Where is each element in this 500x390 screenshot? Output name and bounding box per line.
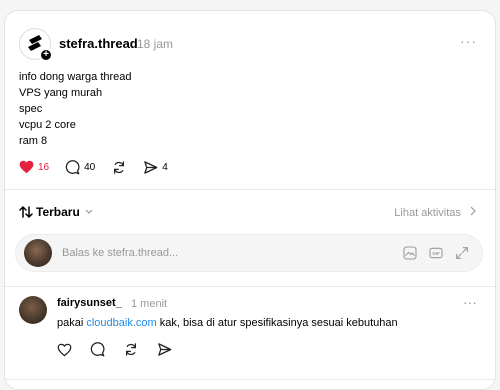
chevron-right-icon [470, 206, 476, 216]
follow-badge-icon[interactable]: + [39, 48, 53, 62]
divider [5, 286, 495, 287]
comment-item: fairysunset_ 1 menit ··· pakai cloudbaik… [5, 290, 495, 380]
comment-bubble-icon [65, 159, 80, 174]
sort-arrows-icon [19, 206, 33, 218]
thread-card: + stefra.thread 18 jam ··· info dong war… [4, 10, 496, 390]
comment-bubble-icon[interactable] [90, 342, 105, 357]
avatar[interactable]: + [19, 28, 53, 62]
post-time: 18 jam [137, 37, 174, 51]
post-username[interactable]: stefra.thread [59, 36, 138, 51]
comment-text-after: kak, bisa di atur spesifikasinya sesuai … [156, 317, 398, 329]
current-user-avatar [24, 239, 52, 267]
send-icon [144, 160, 158, 174]
view-activity-link[interactable]: Lihat aktivitas [394, 206, 477, 219]
comment-username[interactable]: fairysunset_ [57, 297, 122, 309]
more-options-icon[interactable]: ··· [460, 33, 477, 49]
post-line: ram 8 [19, 135, 48, 147]
post-body: info dong warga thread VPS yang murah sp… [19, 69, 132, 149]
sort-dropdown[interactable]: Terbaru [19, 205, 94, 219]
send-icon[interactable] [157, 342, 172, 357]
view-activity-label: Lihat aktivitas [394, 207, 461, 219]
repost-icon [114, 160, 125, 174]
chevron-down-icon [85, 209, 93, 214]
svg-text:GIF: GIF [432, 251, 440, 256]
comment-button[interactable]: 40 [65, 159, 96, 175]
share-button[interactable]: 4 [143, 160, 168, 175]
post-actions: 16 40 4 [19, 159, 184, 175]
sort-row: Terbaru Lihat aktivitas [5, 190, 495, 236]
reply-tools: GIF [402, 245, 470, 261]
comment-time: 1 menit [131, 298, 168, 310]
heart-filled-icon [19, 160, 34, 174]
heart-icon[interactable] [57, 343, 72, 357]
like-count: 16 [38, 161, 50, 173]
more-options-icon[interactable]: ··· [463, 294, 477, 310]
post: + stefra.thread 18 jam ··· info dong war… [5, 11, 495, 189]
repost-button[interactable] [111, 160, 127, 175]
share-count: 4 [162, 161, 168, 173]
post-line: info dong warga thread [19, 71, 132, 83]
post-line: vcpu 2 core [19, 119, 76, 131]
avatar[interactable] [19, 296, 47, 324]
reply-composer[interactable]: Balas ke stefra.thread... GIF [15, 234, 483, 272]
comment-text-before: pakai [57, 317, 87, 329]
gif-icon[interactable]: GIF [428, 245, 444, 261]
reply-input[interactable]: Balas ke stefra.thread... [62, 247, 178, 259]
repost-icon[interactable] [123, 342, 139, 357]
comment-text: pakai cloudbaik.com kak, bisa di atur sp… [57, 317, 398, 329]
expand-icon[interactable] [454, 245, 470, 261]
comment-actions [57, 342, 172, 357]
comment-count: 40 [84, 161, 96, 173]
comment-link[interactable]: cloudbaik.com [86, 317, 156, 329]
post-line: VPS yang murah [19, 87, 103, 99]
like-button[interactable]: 16 [19, 160, 49, 174]
sort-label: Terbaru [36, 205, 80, 219]
post-line: spec [19, 103, 43, 115]
divider [5, 379, 495, 380]
image-icon[interactable] [402, 245, 418, 261]
